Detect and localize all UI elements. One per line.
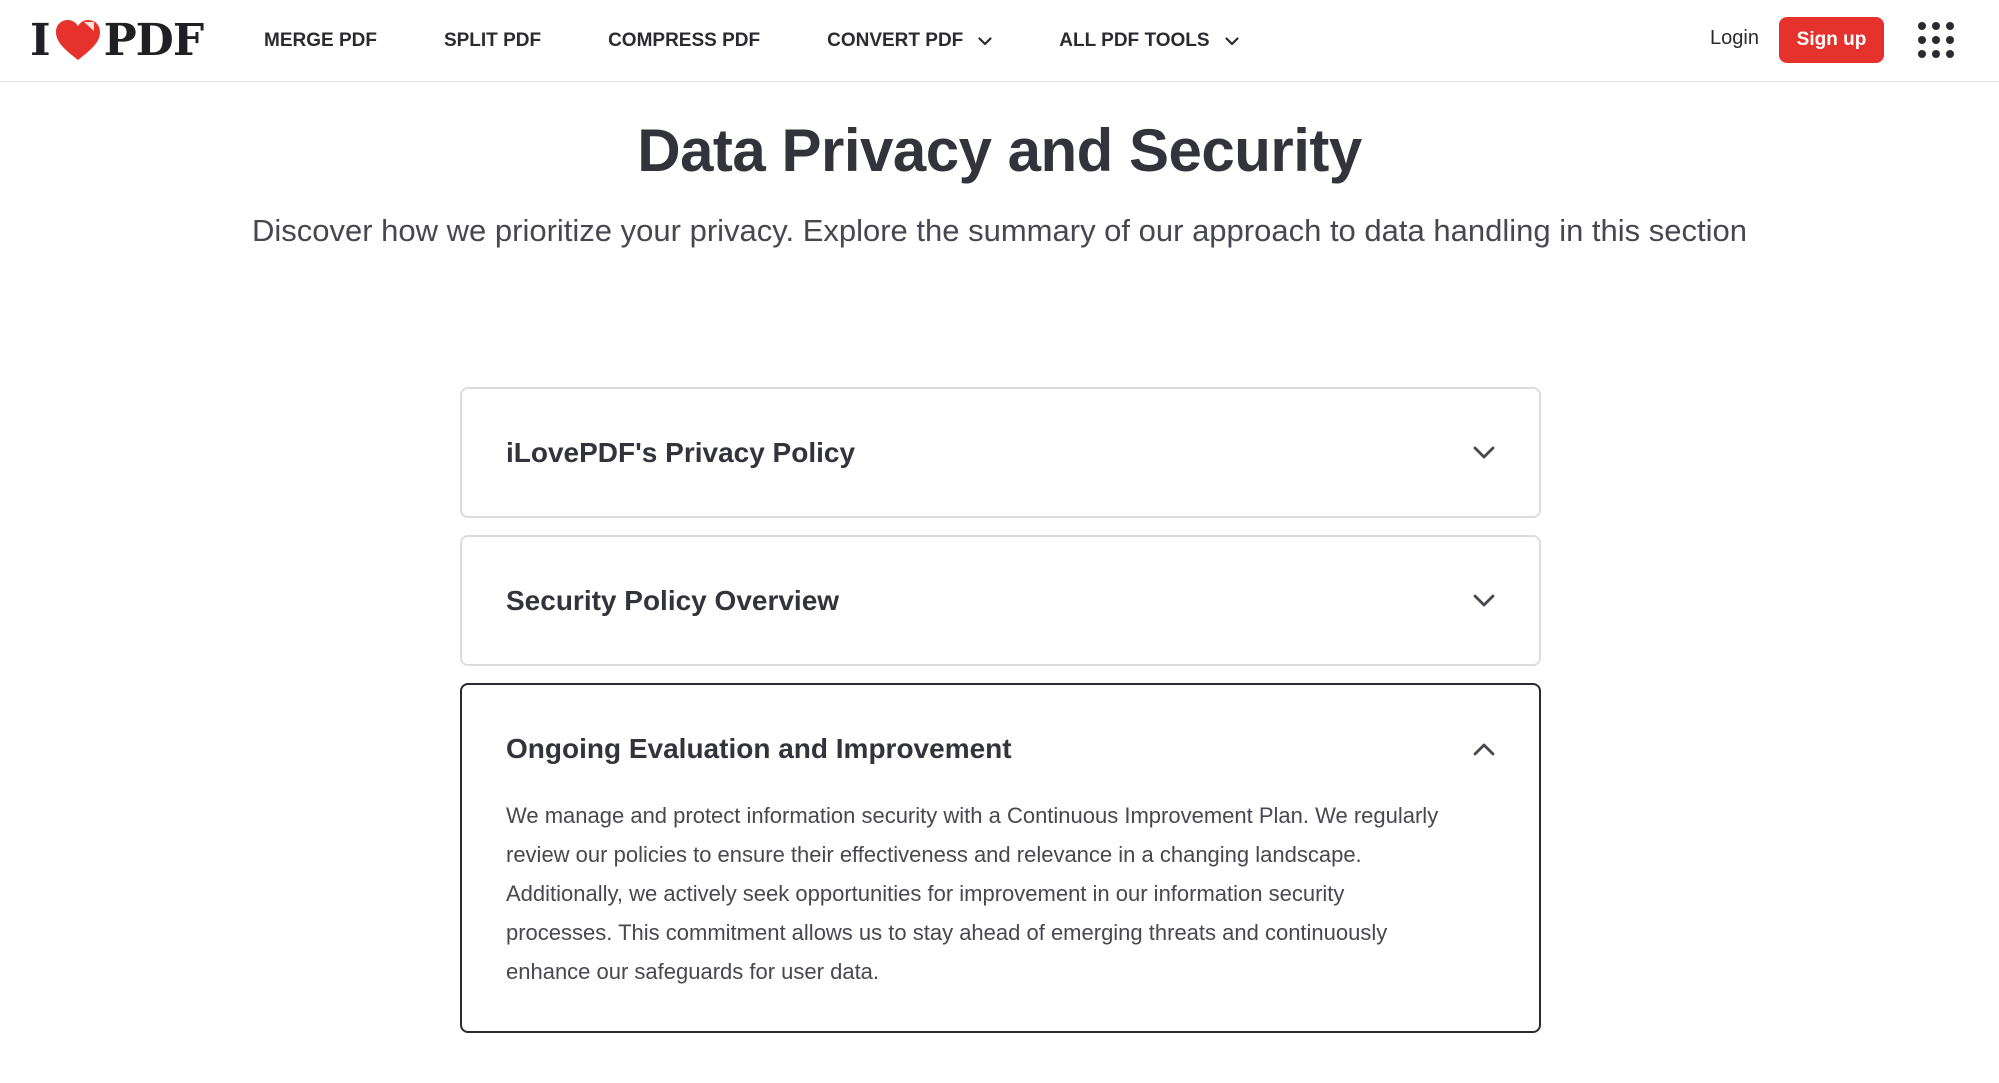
- chevron-down-icon: [1224, 36, 1239, 45]
- signup-button[interactable]: Sign up: [1779, 17, 1884, 63]
- logo-text-i: I: [30, 14, 51, 66]
- grid-dots-icon[interactable]: [1918, 22, 1954, 58]
- faq-accordion: iLovePDF's Privacy Policy Security Polic…: [460, 387, 1541, 1050]
- accordion-title: iLovePDF's Privacy Policy: [506, 436, 856, 468]
- heart-icon: [55, 20, 100, 60]
- accordion-title: Security Policy Overview: [506, 584, 840, 616]
- login-link[interactable]: Login: [1710, 27, 1759, 50]
- logo-text-pdf: PDF: [103, 14, 204, 66]
- nav-all-pdf-tools[interactable]: ALL PDF TOOLS: [1059, 30, 1239, 52]
- chevron-up-icon: [1473, 743, 1495, 755]
- nav-convert-pdf[interactable]: CONVERT PDF: [827, 30, 992, 52]
- main-nav: MERGE PDF SPLIT PDF COMPRESS PDF CONVERT…: [264, 0, 1306, 82]
- accordion-item-privacy-policy: iLovePDF's Privacy Policy: [460, 387, 1541, 518]
- accordion-item-ongoing-evaluation: Ongoing Evaluation and Improvement We ma…: [460, 683, 1541, 1033]
- nav-merge-pdf[interactable]: MERGE PDF: [264, 30, 377, 52]
- accordion-header[interactable]: iLovePDF's Privacy Policy: [462, 389, 1539, 516]
- accordion-header[interactable]: Security Policy Overview: [462, 537, 1539, 664]
- nav-label: CONVERT PDF: [827, 30, 964, 51]
- page-title: Data Privacy and Security: [637, 117, 1362, 184]
- accordion-item-security-policy: Security Policy Overview: [460, 535, 1541, 666]
- ilovepdf-logo[interactable]: I PDF: [30, 15, 204, 66]
- chevron-down-icon: [978, 36, 992, 45]
- page-subtitle: Discover how we prioritize your privacy.…: [251, 213, 1748, 248]
- nav-split-pdf[interactable]: SPLIT PDF: [444, 30, 541, 52]
- accordion-title: Ongoing Evaluation and Improvement: [506, 732, 1012, 764]
- chevron-down-icon: [1473, 594, 1495, 606]
- accordion-body-text: We manage and protect information securi…: [506, 803, 1439, 984]
- nav-label: MERGE PDF: [264, 30, 377, 51]
- top-header: I PDF MERGE PDF SPLIT PDF COMPRESS PDF C…: [0, 0, 1999, 82]
- chevron-down-icon: [1473, 446, 1495, 458]
- nav-label: SPLIT PDF: [443, 30, 542, 51]
- nav-compress-pdf[interactable]: COMPRESS PDF: [608, 30, 760, 52]
- nav-label: COMPRESS PDF: [608, 30, 761, 51]
- nav-label: ALL PDF TOOLS: [1059, 30, 1210, 51]
